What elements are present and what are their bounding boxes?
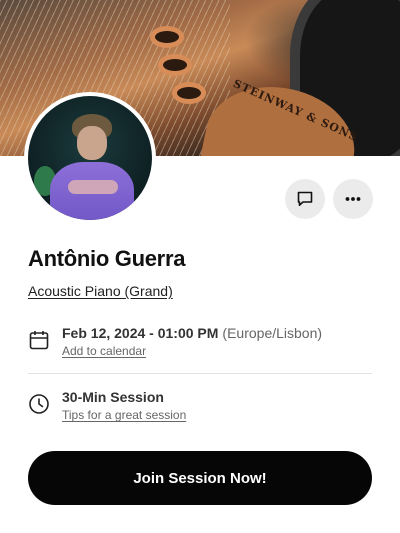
session-duration-row: 30-Min Session Tips for a great session — [28, 389, 372, 424]
session-timezone: (Europe/Lisbon) — [222, 325, 323, 341]
teacher-name: Antônio Guerra — [28, 246, 186, 271]
session-datetime: Feb 12, 2024 - 01:00 PM — [62, 325, 219, 341]
piano-plate-hole — [150, 26, 184, 48]
chat-bubble-icon — [295, 189, 315, 209]
join-session-button[interactable]: Join Session Now! — [28, 451, 372, 505]
session-duration: 30-Min Session — [62, 389, 164, 405]
piano-plate-hole — [172, 82, 206, 104]
clock-icon — [28, 393, 50, 415]
calendar-icon — [28, 329, 50, 351]
add-to-calendar-link[interactable]: Add to calendar — [62, 344, 146, 358]
divider — [28, 373, 372, 374]
session-tips-link[interactable]: Tips for a great session — [62, 408, 186, 422]
more-options-button[interactable] — [333, 179, 373, 219]
more-horizontal-icon — [343, 189, 363, 209]
piano-plate-hole — [158, 54, 192, 76]
avatar — [24, 92, 156, 224]
instrument-link[interactable]: Acoustic Piano (Grand) — [28, 283, 173, 299]
avatar-photo — [28, 96, 152, 220]
message-button[interactable] — [285, 179, 325, 219]
session-datetime-row: Feb 12, 2024 - 01:00 PM (Europe/Lisbon) A… — [28, 325, 372, 360]
